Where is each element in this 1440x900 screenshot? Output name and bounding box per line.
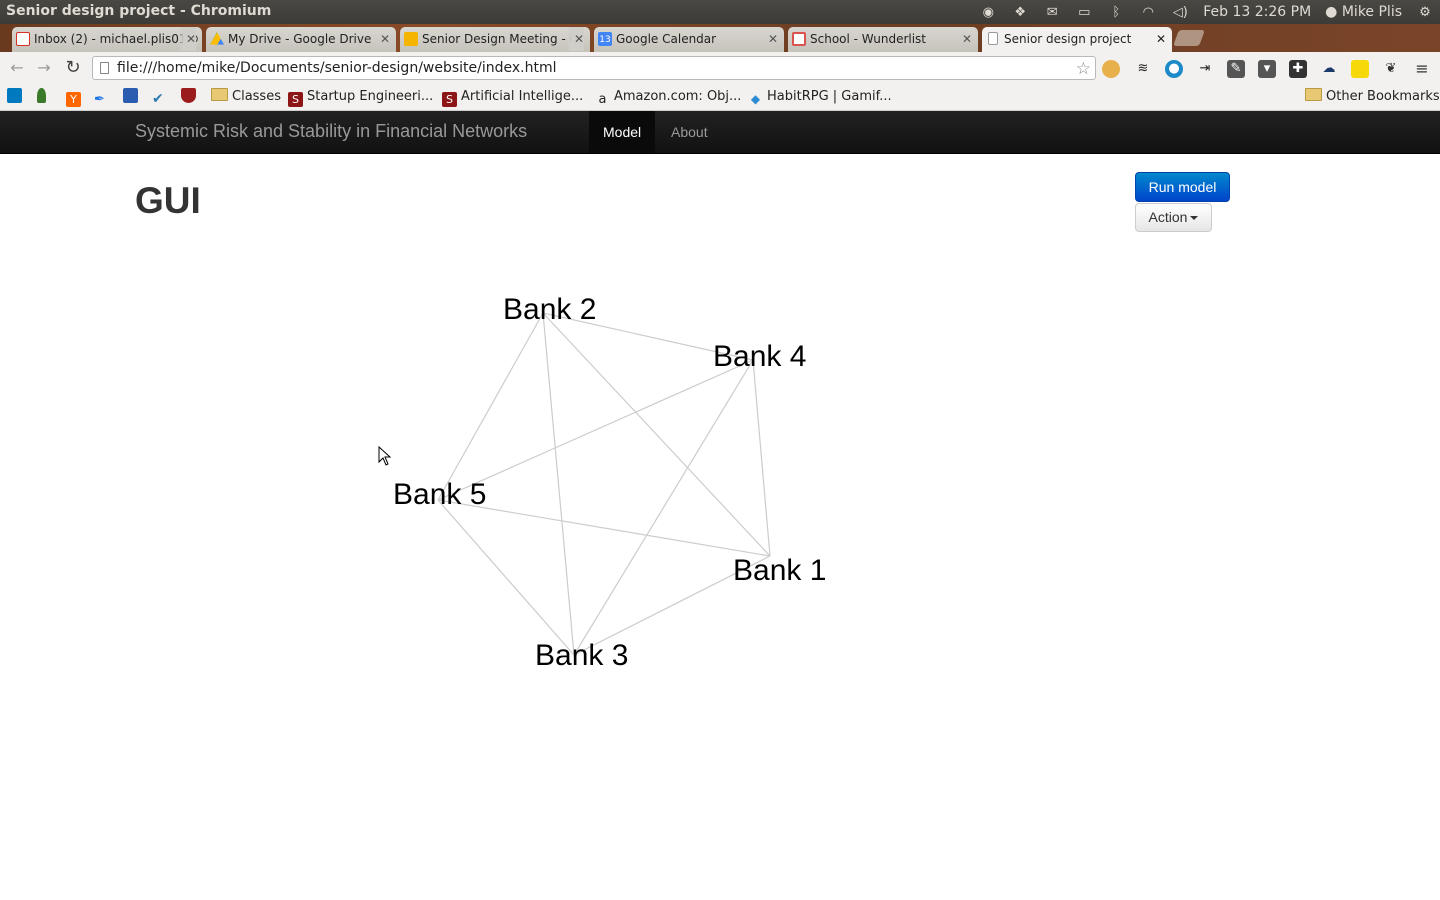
graph-edge	[752, 359, 771, 557]
graph-edge	[437, 312, 544, 501]
graph-node-label-bank1[interactable]: Bank 1	[733, 554, 826, 587]
graph-node-label-bank4[interactable]: Bank 4	[713, 340, 806, 373]
mouse-cursor-icon	[378, 446, 392, 466]
graph-edge	[542, 312, 575, 656]
graph-nodes: Bank 1 Bank 2 Bank 3 Bank 4 Bank 5	[393, 293, 826, 672]
graph-node-label-bank2[interactable]: Bank 2	[503, 293, 596, 326]
graph-node-label-bank5[interactable]: Bank 5	[393, 478, 486, 511]
graph-edge	[437, 499, 771, 557]
graph-edge	[573, 359, 754, 656]
network-graph: Bank 1 Bank 2 Bank 3 Bank 4 Bank 5	[393, 293, 826, 672]
graph-edge	[437, 499, 575, 656]
graph-node-label-bank3[interactable]: Bank 3	[535, 639, 628, 672]
